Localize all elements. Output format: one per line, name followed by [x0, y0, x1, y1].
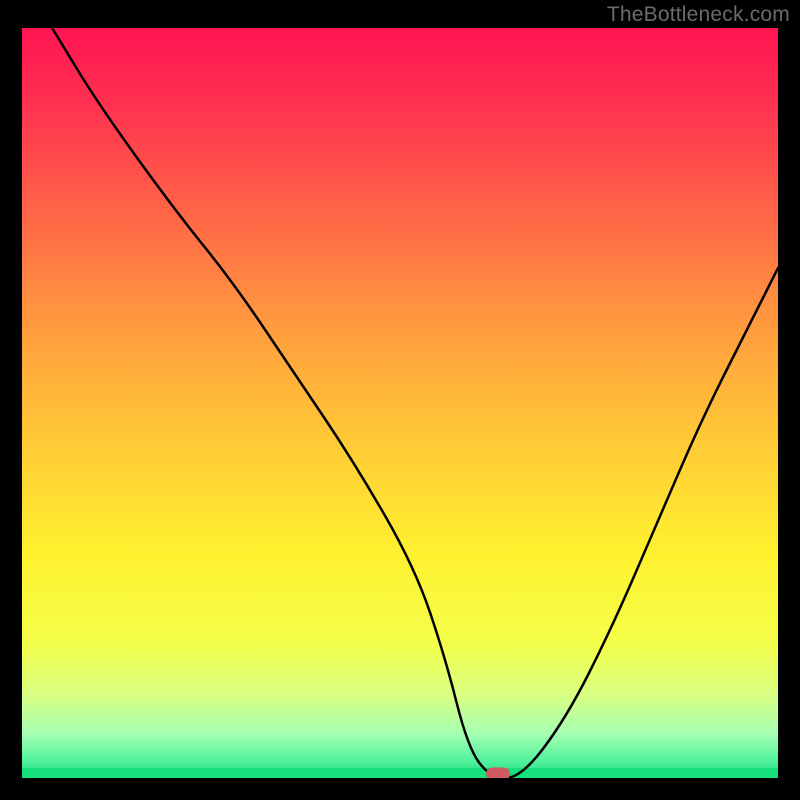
plot-area [22, 28, 778, 778]
bottleneck-curve [22, 28, 778, 778]
chart-frame: TheBottleneck.com [0, 0, 800, 800]
optimal-point-marker [486, 768, 510, 778]
watermark-text: TheBottleneck.com [607, 3, 790, 27]
